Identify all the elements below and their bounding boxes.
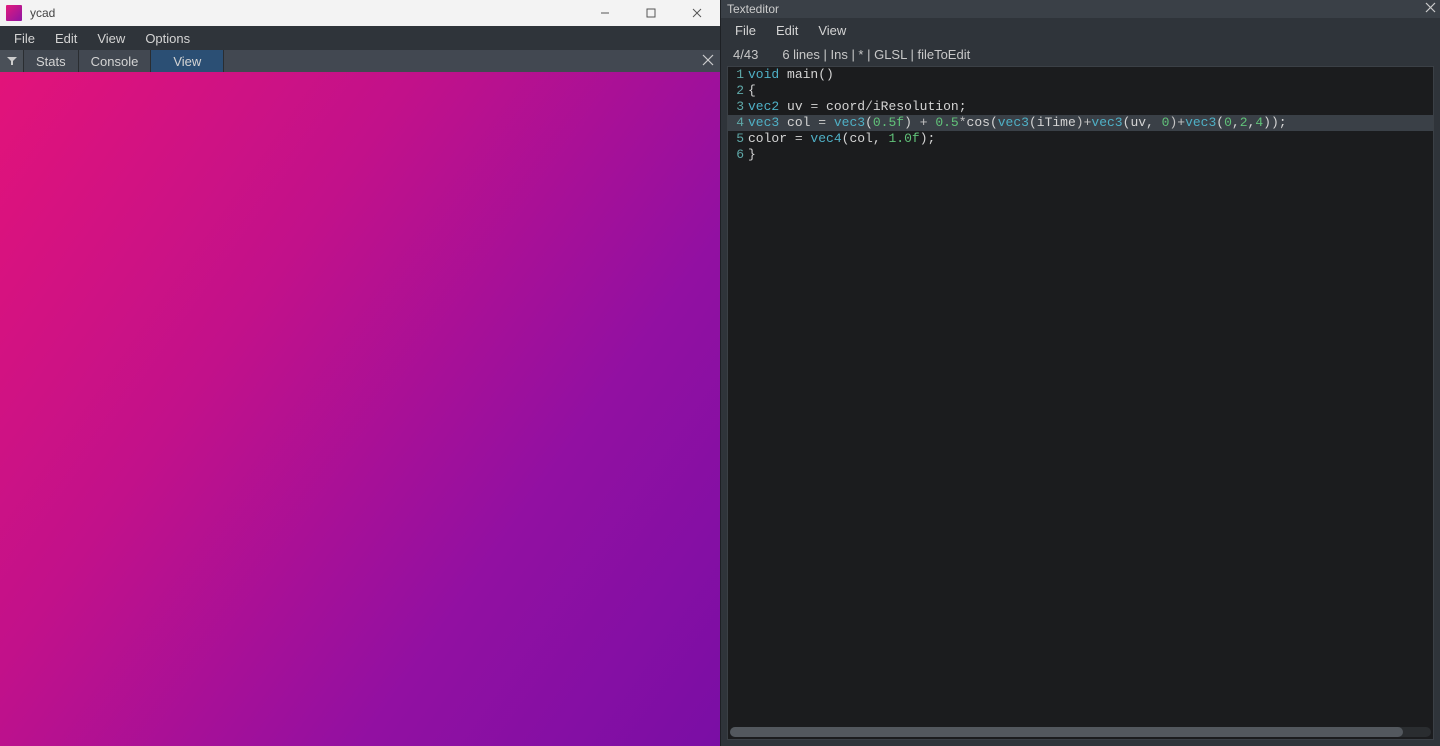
line-number: 4 (728, 115, 748, 131)
line-number: 6 (728, 147, 748, 163)
maximize-button[interactable] (628, 0, 674, 26)
close-icon (1425, 2, 1436, 13)
line-number: 5 (728, 131, 748, 147)
tabbar-filter-button[interactable] (0, 50, 24, 72)
editor-menu-edit[interactable]: Edit (766, 19, 808, 42)
tab-stats[interactable]: Stats (24, 50, 79, 72)
maximize-icon (646, 8, 656, 18)
left-menubar: File Edit View Options (0, 26, 720, 50)
window-title: ycad (30, 6, 55, 20)
status-cursor: 4/43 (733, 47, 758, 62)
minimize-button[interactable] (582, 0, 628, 26)
code-line[interactable]: 6 } (728, 147, 1433, 163)
code-line-current[interactable]: 4 vec3 col = vec3(0.5f) + 0.5*cos(vec3(i… (728, 115, 1433, 131)
window-controls (582, 0, 720, 26)
editor-horizontal-scrollbar[interactable] (730, 727, 1431, 737)
line-number: 3 (728, 99, 748, 115)
editor-titlebar[interactable]: Texteditor (721, 0, 1440, 18)
status-info: 6 lines | Ins | * | GLSL | fileToEdit (782, 47, 970, 62)
tabbar-close-button[interactable] (702, 54, 714, 69)
left-pane: ycad File Edit View Options (0, 0, 720, 746)
left-tabbar: Stats Console View (0, 50, 720, 72)
menu-edit[interactable]: Edit (45, 27, 87, 50)
editor-title: Texteditor (727, 2, 779, 16)
line-number: 2 (728, 83, 748, 99)
code-editor[interactable]: 1 void main() 2 { 3 vec2 uv = coord/iRes… (727, 66, 1434, 740)
close-icon (702, 54, 714, 66)
line-number: 1 (728, 67, 748, 83)
close-button[interactable] (674, 0, 720, 26)
code-line[interactable]: 5 color = vec4(col, 1.0f); (728, 131, 1433, 147)
editor-menubar: File Edit View (721, 18, 1440, 42)
menu-file[interactable]: File (4, 27, 45, 50)
editor-menu-view[interactable]: View (808, 19, 856, 42)
editor-menu-file[interactable]: File (725, 19, 766, 42)
menu-options[interactable]: Options (135, 27, 200, 50)
scrollbar-thumb[interactable] (730, 727, 1403, 737)
editor-statusline: 4/43 6 lines | Ins | * | GLSL | fileToEd… (721, 42, 1440, 66)
right-pane: Texteditor File Edit View 4/43 6 lines |… (720, 0, 1440, 746)
close-icon (692, 8, 702, 18)
app-icon (6, 5, 22, 21)
filter-icon (7, 56, 17, 66)
tab-view[interactable]: View (151, 50, 224, 72)
code-line[interactable]: 3 vec2 uv = coord/iResolution; (728, 99, 1433, 115)
shader-viewport[interactable] (0, 72, 720, 746)
tab-console[interactable]: Console (79, 50, 152, 72)
minimize-icon (600, 8, 610, 18)
window-titlebar[interactable]: ycad (0, 0, 720, 26)
code-line[interactable]: 1 void main() (728, 67, 1433, 83)
menu-view[interactable]: View (87, 27, 135, 50)
editor-close-button[interactable] (1425, 2, 1436, 16)
code-line[interactable]: 2 { (728, 83, 1433, 99)
